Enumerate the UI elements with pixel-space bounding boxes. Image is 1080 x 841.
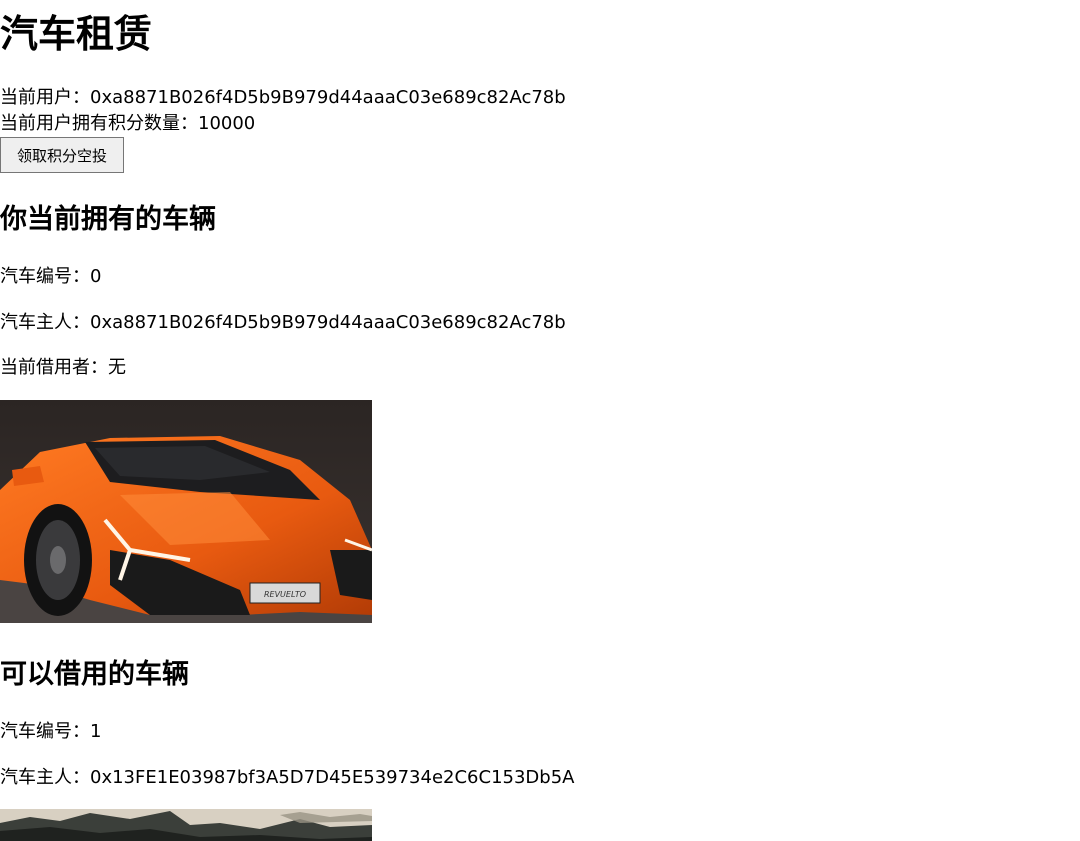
- car-rental-page: 汽车租赁 当前用户：0xa8871B026f4D5b9B979d44aaaC03…: [0, 0, 1080, 841]
- available-car-owner-line: 汽车主人：0x13FE1E03987bf3A5D7D45E539734e2C6C…: [0, 765, 575, 791]
- user-points-value: 10000: [198, 113, 256, 134]
- orange-supercar-photo: REVUELTO: [0, 400, 372, 623]
- car-id-value: 1: [90, 721, 102, 742]
- car-borrower-label: 当前借用者：: [0, 357, 108, 378]
- available-car-image: [0, 809, 372, 841]
- claim-airdrop-button[interactable]: 领取积分空投: [0, 137, 124, 173]
- car-borrower-value: 无: [108, 357, 126, 378]
- owned-car-owner-line: 汽车主人：0xa8871B026f4D5b9B979d44aaaC03e689c…: [0, 310, 566, 336]
- user-points-line: 当前用户拥有积分数量：10000: [0, 111, 255, 137]
- license-plate-text: REVUELTO: [264, 590, 306, 599]
- current-user-line: 当前用户：0xa8871B026f4D5b9B979d44aaaC03e689c…: [0, 85, 566, 111]
- current-user-label: 当前用户：: [0, 87, 90, 108]
- car-owner-label: 汽车主人：: [0, 312, 90, 333]
- car-id-label: 汽车编号：: [0, 721, 90, 742]
- available-cars-heading: 可以借用的车辆: [0, 659, 189, 690]
- available-car-id-line: 汽车编号：1: [0, 719, 101, 745]
- car-id-value: 0: [90, 266, 102, 287]
- owned-car-borrower-line: 当前借用者：无: [0, 355, 126, 381]
- landscape-car-photo: [0, 809, 372, 841]
- owned-car-image: REVUELTO: [0, 400, 372, 623]
- owned-cars-heading: 你当前拥有的车辆: [0, 204, 216, 235]
- current-user-address: 0xa8871B026f4D5b9B979d44aaaC03e689c82Ac7…: [90, 87, 566, 108]
- car-owner-address: 0x13FE1E03987bf3A5D7D45E539734e2C6C153Db…: [90, 767, 575, 788]
- car-id-label: 汽车编号：: [0, 266, 90, 287]
- user-points-label: 当前用户拥有积分数量：: [0, 113, 198, 134]
- page-title: 汽车租赁: [0, 12, 153, 56]
- owned-car-id-line: 汽车编号：0: [0, 264, 101, 290]
- car-owner-label: 汽车主人：: [0, 767, 90, 788]
- car-owner-address: 0xa8871B026f4D5b9B979d44aaaC03e689c82Ac7…: [90, 312, 566, 333]
